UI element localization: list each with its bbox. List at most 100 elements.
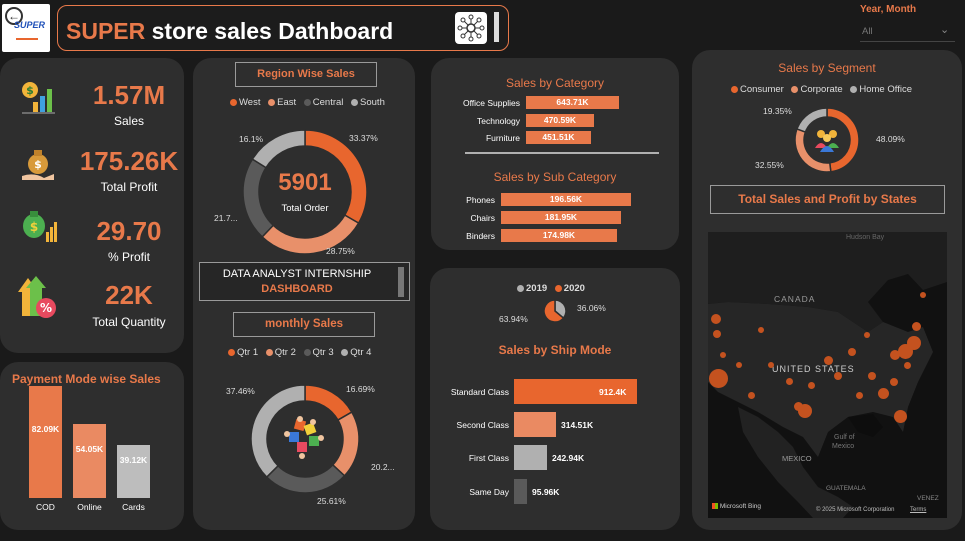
legend-item: Consumer	[726, 84, 784, 95]
subcategory-bar-phones[interactable]: 196.56K	[501, 193, 631, 206]
state-bubble[interactable]	[798, 404, 812, 418]
state-bubble[interactable]	[904, 362, 911, 369]
region-label-west: 33.37%	[349, 133, 378, 143]
category-bar-office[interactable]: 643.71K	[526, 96, 619, 109]
shipmode-label-sameday: Same Day	[469, 487, 509, 497]
legend-item: Qtr 3	[299, 347, 334, 358]
shipmode-bar-sameday[interactable]	[514, 479, 527, 504]
state-bubble[interactable]	[878, 388, 889, 399]
states-map[interactable]: CANADA Hudson Bay UNITED STATES Gulf of …	[708, 232, 947, 518]
map-copyright: © 2025 Microsoft Corporation	[816, 507, 895, 513]
back-button[interactable]: ← SUPER	[2, 4, 50, 52]
svg-text:%: %	[40, 301, 52, 315]
kpi-profit-pct-label: % Profit	[107, 250, 150, 264]
kpi-sales-label: Sales	[113, 114, 145, 128]
state-bubble[interactable]	[711, 314, 721, 324]
payment-bar-cards[interactable]: 39.12K	[117, 445, 150, 498]
category-bar-furniture[interactable]: 451.51K	[526, 131, 591, 144]
subcategory-label-phones: Phones	[466, 195, 495, 205]
year-pie-chart[interactable]	[543, 299, 567, 323]
state-bubble[interactable]	[720, 352, 726, 358]
cart-icon	[16, 34, 38, 40]
shipmode-title: Sales by Ship Mode	[498, 343, 612, 357]
legend-item: Central	[299, 97, 343, 108]
payment-bar-value: 82.09K	[31, 424, 60, 434]
svg-text:$: $	[34, 158, 42, 171]
shipmode-value-first: 242.94K	[552, 453, 585, 463]
payment-bar-value: 54.05K	[75, 444, 104, 454]
subcategory-label-binders: Binders	[466, 231, 495, 241]
people-puzzle-icon	[281, 414, 329, 462]
money-bag-hand-icon: $	[20, 148, 56, 182]
shipmode-value-second: 314.51K	[561, 420, 594, 430]
legend-item: Qtr 4	[336, 347, 371, 358]
region-monthly-panel: Region Wise Sales West East Central Sout…	[193, 58, 415, 530]
year-month-filter[interactable]: All ⌄	[860, 20, 955, 42]
map-title: Total Sales and Profit by States	[710, 185, 945, 214]
network-icon	[455, 12, 487, 44]
category-bar-technology[interactable]: 470.59K	[526, 114, 594, 127]
state-bubble[interactable]	[912, 322, 921, 331]
state-bubble[interactable]	[758, 327, 764, 333]
payment-bar-value: 39.12K	[119, 455, 148, 465]
state-bubble[interactable]	[848, 348, 856, 356]
internship-line1: DATA ANALYST INTERNSHIP	[222, 268, 372, 280]
svg-text:$: $	[26, 84, 34, 97]
map-terms-link[interactable]: Terms	[910, 507, 926, 513]
state-bubble[interactable]	[748, 392, 755, 399]
shipmode-label-first: First Class	[468, 453, 509, 463]
chevron-down-icon: ⌄	[940, 24, 950, 36]
legend-item: 2019	[512, 283, 547, 294]
category-title: Sales by Category	[505, 76, 605, 90]
segment-legend: Consumer Corporate Home Office	[726, 84, 912, 95]
bing-logo: Microsoft Bing	[712, 503, 761, 510]
segment-title: Sales by Segment	[778, 61, 876, 75]
state-bubble[interactable]	[713, 330, 721, 338]
state-bubble[interactable]	[808, 382, 815, 389]
monthly-title: monthly Sales	[233, 312, 375, 337]
payment-bar-area: 82.09K 54.05K 39.12K COD Online Cards	[0, 362, 184, 530]
monthly-slice-2[interactable]	[265, 463, 346, 494]
state-bubble[interactable]	[868, 372, 876, 380]
shipmode-bar-first[interactable]	[514, 445, 547, 470]
state-bubble[interactable]	[856, 392, 863, 399]
title-text: store sales Dathboard	[151, 18, 394, 44]
year-legend: 2019 2020	[512, 283, 585, 294]
subcategory-bar-chairs[interactable]: 181.95K	[501, 211, 621, 224]
state-bubble[interactable]	[709, 369, 728, 388]
internship-scrollbar[interactable]	[398, 267, 404, 297]
state-bubble[interactable]	[824, 356, 833, 365]
subcategory-bar-binders[interactable]: 174.98K	[501, 229, 617, 242]
kpi-quantity-label: Total Quantity	[92, 315, 166, 329]
payment-bar-cod[interactable]: 82.09K	[29, 386, 62, 498]
chart-bar-dollar-icon: $	[20, 80, 56, 114]
monthly-legend: Qtr 1 Qtr 2 Qtr 3 Qtr 4	[223, 347, 371, 358]
payment-panel: Payment Mode wise Sales 82.09K 54.05K 39…	[0, 362, 184, 530]
state-bubble[interactable]	[834, 372, 842, 380]
region-legend: West East Central South	[225, 97, 385, 108]
region-title: Region Wise Sales	[235, 62, 377, 87]
state-bubble[interactable]	[786, 378, 793, 385]
monthly-label-qtr3: 25.61%	[317, 496, 346, 506]
state-bubble[interactable]	[894, 410, 907, 423]
legend-item: East	[263, 97, 296, 108]
payment-label-cod: COD	[36, 502, 55, 512]
legend-item: Qtr 1	[223, 347, 258, 358]
payment-bar-online[interactable]: 54.05K	[73, 424, 106, 498]
kpi-panel: $ 1.57M Sales $ 175.26K Total Profit $ 2…	[0, 58, 184, 353]
state-bubble[interactable]	[768, 362, 774, 368]
region-center-label: Total Order	[281, 203, 329, 214]
state-bubble[interactable]	[864, 332, 870, 338]
state-bubble[interactable]	[736, 362, 742, 368]
internship-box: DATA ANALYST INTERNSHIP DASHBOARD	[199, 262, 410, 301]
shipmode-label-second: Second Class	[456, 420, 509, 430]
state-bubble[interactable]	[920, 292, 926, 298]
category-panel: Sales by Category Office Supplies 643.71…	[431, 58, 679, 250]
monthly-label-qtr2: 20.2...	[371, 462, 395, 472]
shipmode-bar-second[interactable]	[514, 412, 556, 437]
year-label-2019: 36.06%	[577, 303, 606, 313]
state-bubble[interactable]	[890, 378, 898, 386]
banner-scrollbar[interactable]	[494, 12, 499, 42]
state-bubble[interactable]	[907, 336, 921, 350]
monthly-slice-1[interactable]	[331, 411, 360, 477]
